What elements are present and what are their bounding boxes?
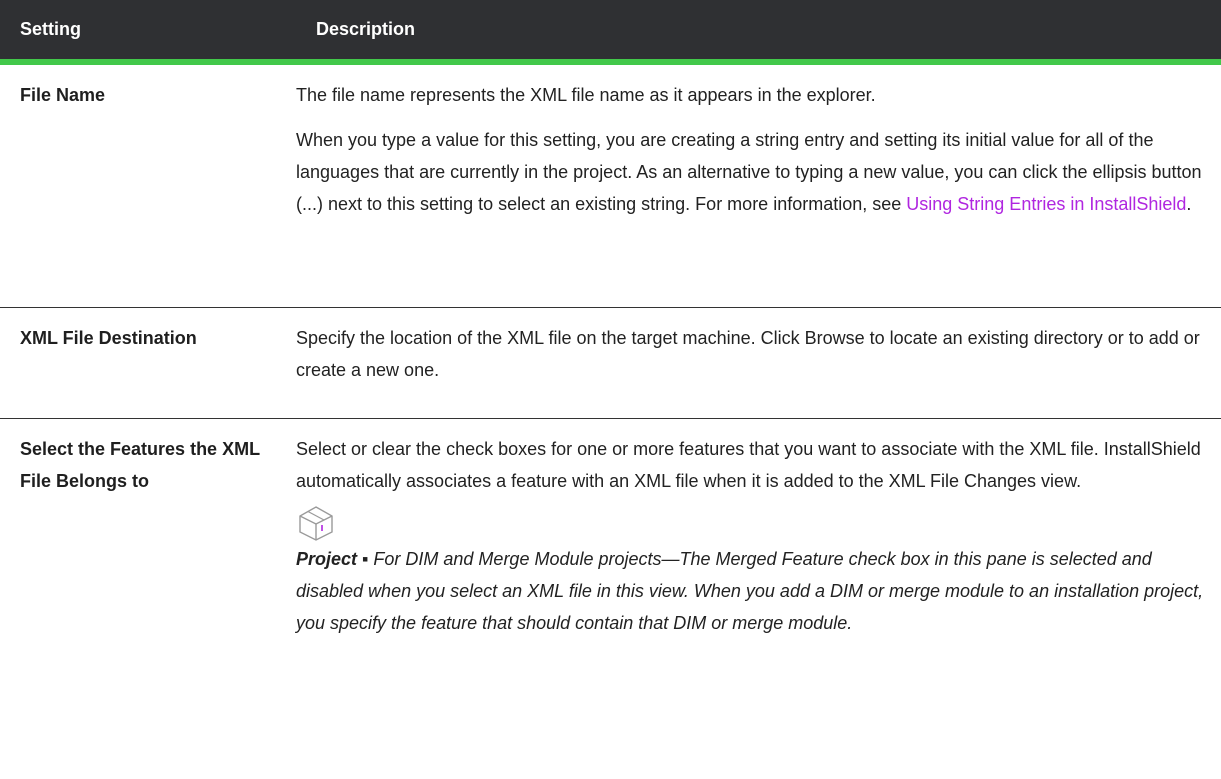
project-note: Project ▪ For DIM and Merge Module proje… [296, 543, 1205, 639]
setting-description: Specify the location of the XML file on … [296, 307, 1221, 418]
description-paragraph: When you type a value for this setting, … [296, 124, 1205, 220]
setting-name: Select the Features the XML File Belongs… [20, 438, 260, 491]
column-header-setting: Setting [0, 0, 296, 65]
table-row: Select the Features the XML File Belongs… [0, 418, 1221, 652]
setting-name: XML File Destination [20, 327, 197, 348]
settings-table: Setting Description File Name The file n… [0, 0, 1221, 652]
table-header-row: Setting Description [0, 0, 1221, 65]
setting-name: File Name [20, 85, 106, 105]
setting-description: Select or clear the check boxes for one … [296, 418, 1221, 652]
column-header-description: Description [296, 0, 1221, 65]
table-row: XML File Destination Specify the locatio… [0, 307, 1221, 418]
setting-description: The file name represents the XML file na… [296, 62, 1221, 307]
description-paragraph: The file name represents the XML file na… [296, 85, 876, 105]
note-text: For DIM and Merge Module projects—The Me… [296, 548, 1204, 633]
note-label: Project ▪ [296, 548, 374, 569]
using-string-entries-link[interactable]: Using String Entries in InstallShield [906, 194, 1186, 214]
table-row: File Name The file name represents the X… [0, 62, 1221, 307]
description-paragraph: Select or clear the check boxes for one … [296, 438, 1201, 491]
description-text-end: . [1186, 194, 1192, 214]
description-paragraph: Specify the location of the XML file on … [296, 327, 1200, 380]
project-box-icon [299, 505, 333, 541]
